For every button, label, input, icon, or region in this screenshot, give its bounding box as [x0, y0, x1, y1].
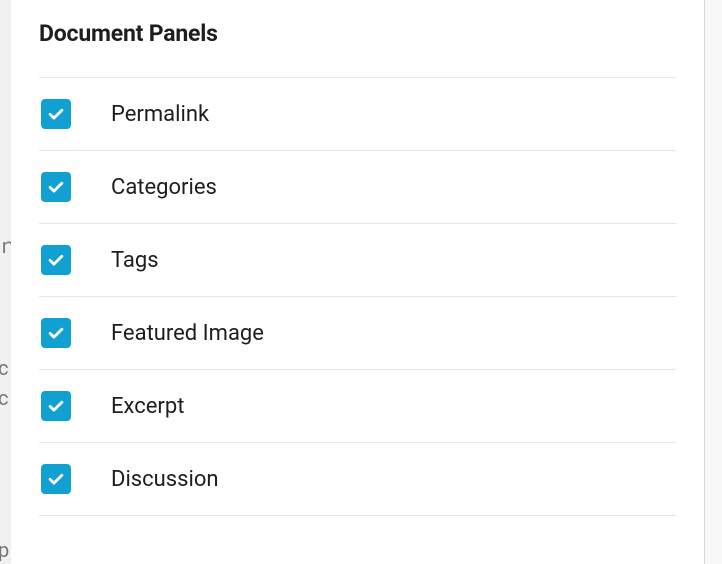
check-icon: [46, 396, 66, 416]
check-icon: [46, 469, 66, 489]
check-icon: [46, 104, 66, 124]
document-panels-list: Permalink Categories Tags Featured Image Exc…: [39, 77, 676, 516]
option-row-tags[interactable]: Tags: [39, 224, 676, 297]
checkbox-tags[interactable]: [41, 245, 71, 275]
checkbox-permalink[interactable]: [41, 99, 71, 129]
option-label-featured-image[interactable]: Featured Image: [111, 321, 264, 346]
option-label-categories[interactable]: Categories: [111, 175, 217, 200]
section-title: Document Panels: [39, 20, 676, 47]
option-row-permalink[interactable]: Permalink: [39, 77, 676, 151]
option-label-tags[interactable]: Tags: [111, 248, 159, 273]
check-icon: [46, 250, 66, 270]
option-row-featured-image[interactable]: Featured Image: [39, 297, 676, 370]
checkbox-discussion[interactable]: [41, 464, 71, 494]
checkbox-featured-image[interactable]: [41, 318, 71, 348]
background-editor-strip: ｎ c c p: [0, 0, 11, 564]
option-row-discussion[interactable]: Discussion: [39, 443, 676, 516]
option-row-categories[interactable]: Categories: [39, 151, 676, 224]
option-label-discussion[interactable]: Discussion: [111, 467, 219, 492]
checkbox-excerpt[interactable]: [41, 391, 71, 421]
check-icon: [46, 177, 66, 197]
option-row-excerpt[interactable]: Excerpt: [39, 370, 676, 443]
option-label-excerpt[interactable]: Excerpt: [111, 394, 184, 419]
checkbox-categories[interactable]: [41, 172, 71, 202]
option-label-permalink[interactable]: Permalink: [111, 102, 209, 127]
check-icon: [46, 323, 66, 343]
document-panels-popover: Document Panels Permalink Categories Tags F…: [11, 0, 705, 564]
